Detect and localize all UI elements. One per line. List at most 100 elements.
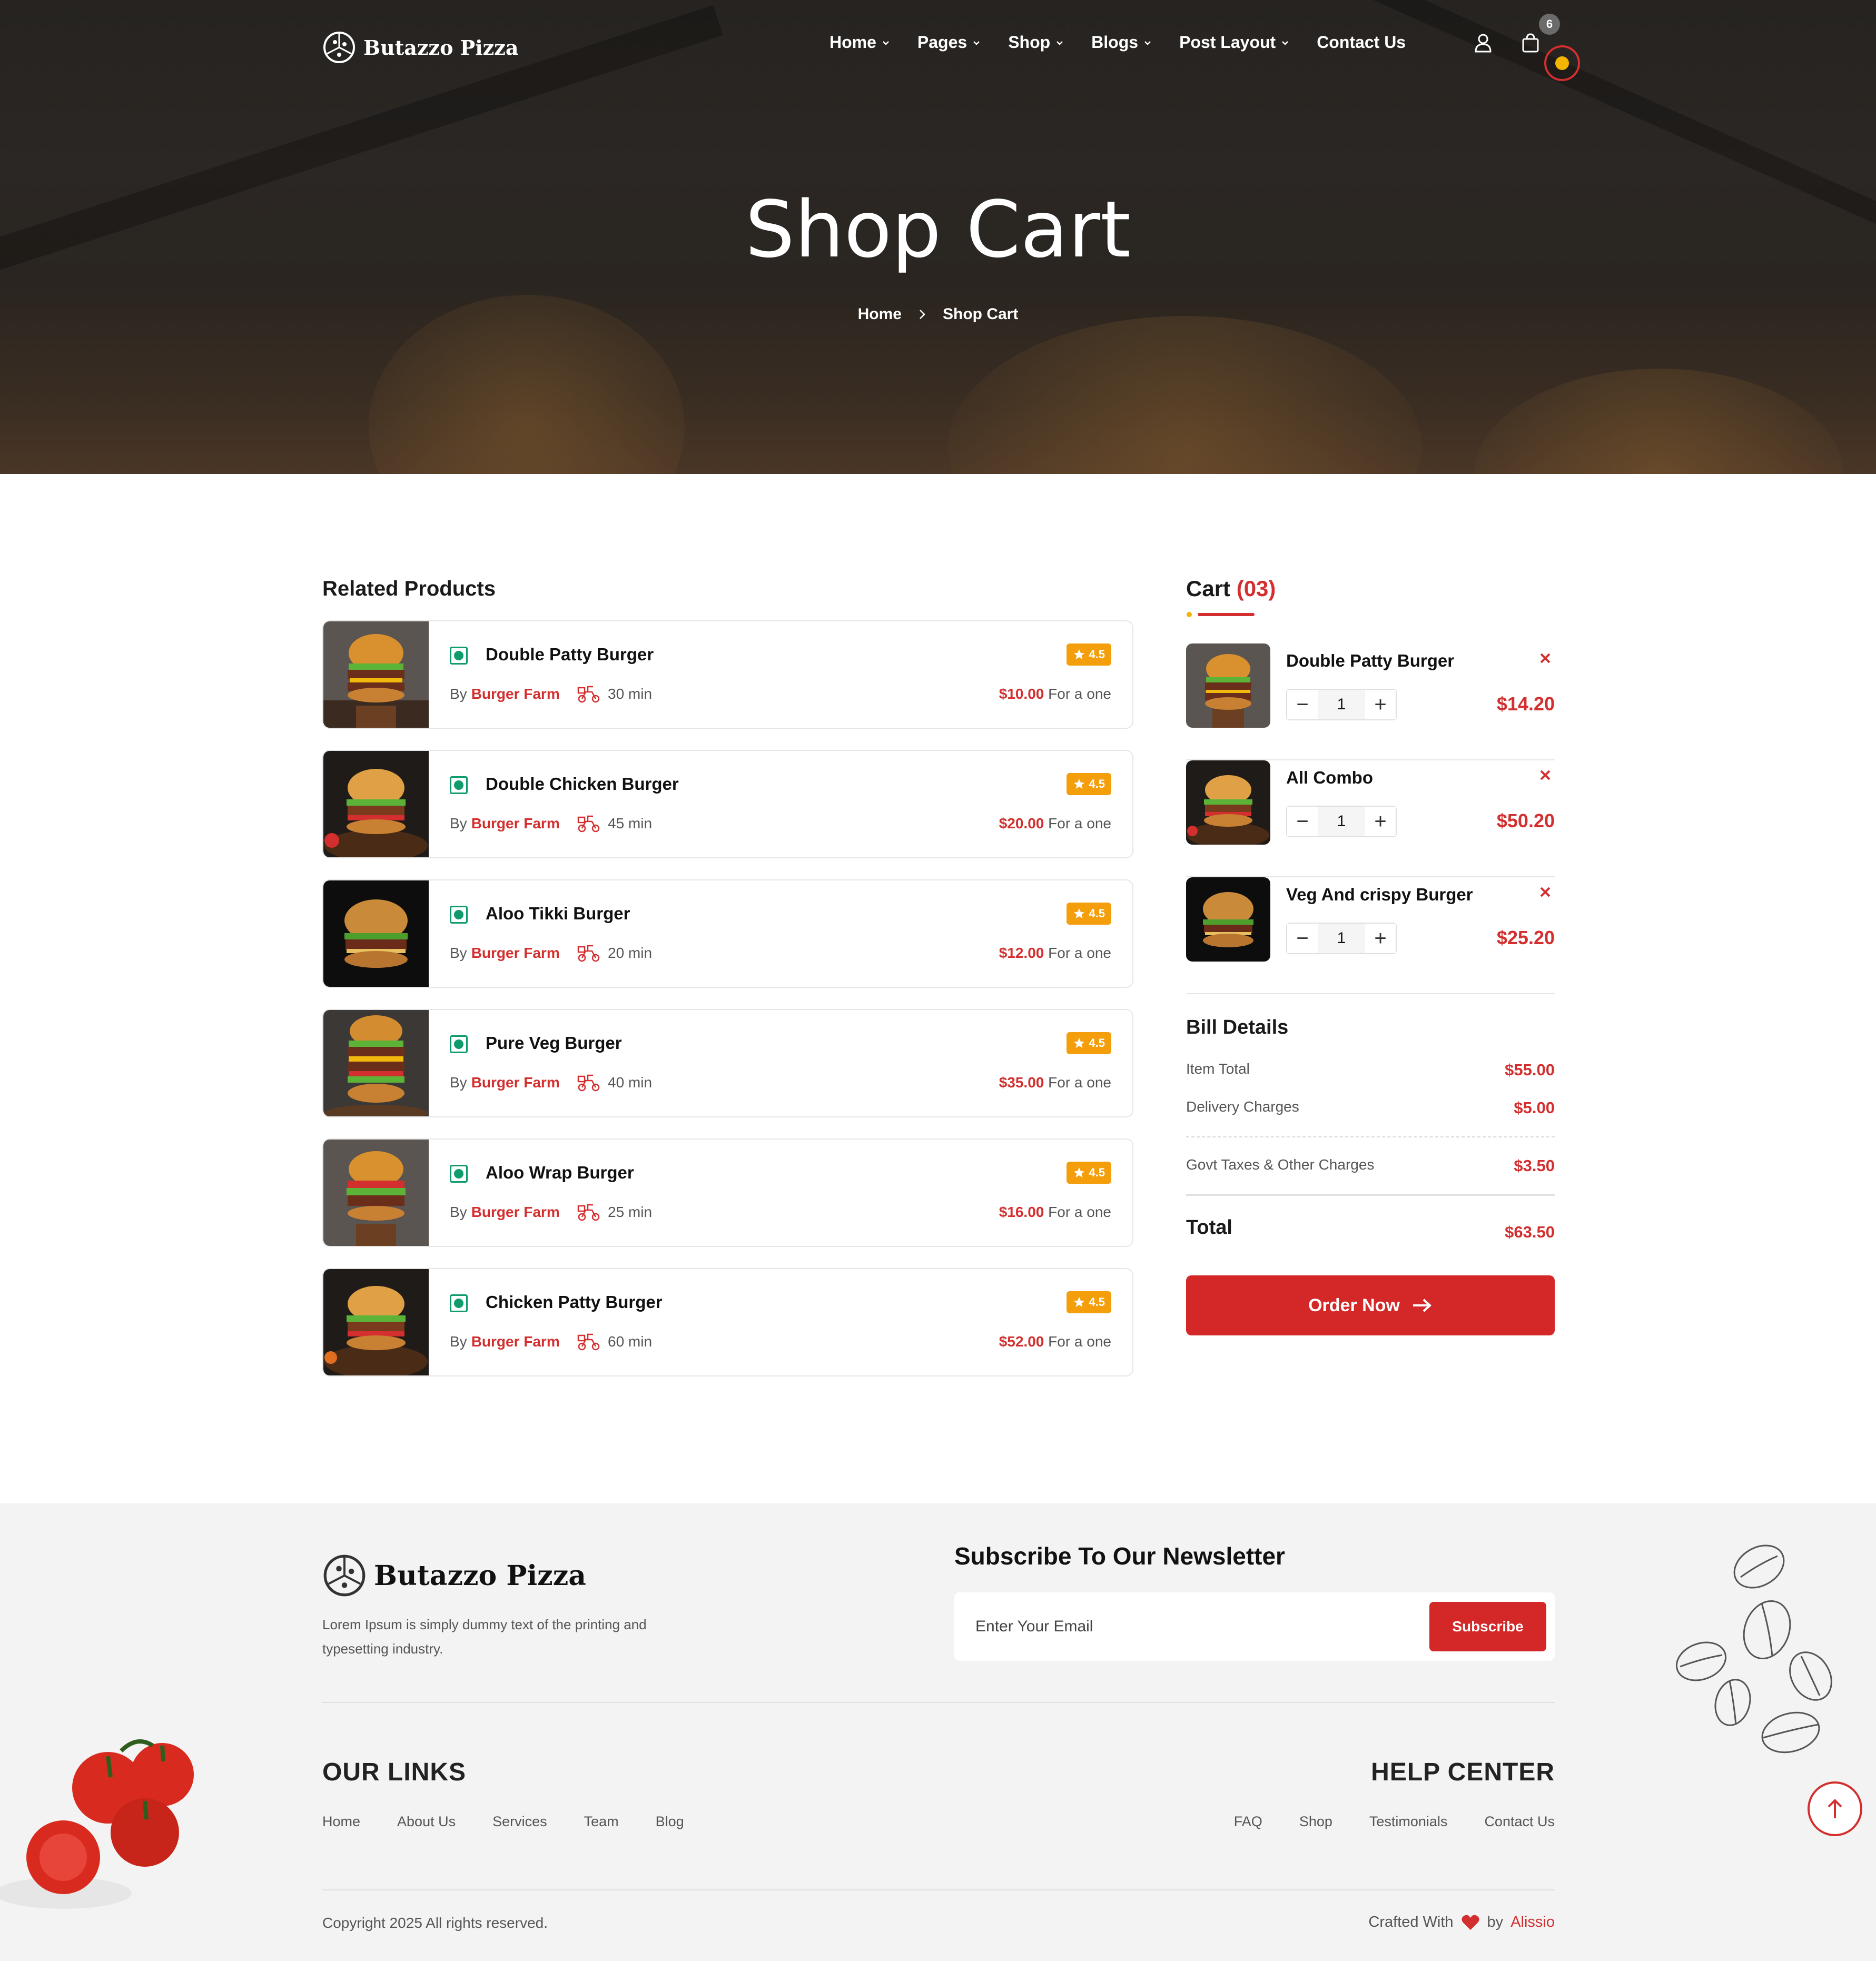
increase-qty-button[interactable]: + <box>1365 690 1396 719</box>
footer-link-blog[interactable]: Blog <box>656 1814 684 1830</box>
increase-qty-button[interactable]: + <box>1365 807 1396 836</box>
quantity-value[interactable]: 1 <box>1318 924 1365 953</box>
burger-image <box>323 621 429 728</box>
product-name[interactable]: Double Patty Burger <box>486 645 654 665</box>
vendor-link[interactable]: Burger Farm <box>471 686 560 702</box>
by-label: By <box>450 815 467 831</box>
newsletter-email-input[interactable] <box>975 1592 1344 1661</box>
pizza-logo-icon <box>323 32 355 63</box>
bill-label: Item Total <box>1186 1061 1250 1077</box>
decrease-qty-button[interactable]: − <box>1287 807 1318 836</box>
product-price: $12.00 For a one <box>999 945 1111 962</box>
footer-link-testimonials[interactable]: Testimonials <box>1369 1814 1448 1830</box>
decrease-qty-button[interactable]: − <box>1287 690 1318 719</box>
nav-contact-us[interactable]: Contact Us <box>1317 33 1406 52</box>
cart-item: All Combo − 1 + $50.20 <box>1186 760 1555 877</box>
product-card[interactable]: Pure Veg Burger 4.5 By Burger Farm 40 min… <box>322 1009 1133 1117</box>
remove-item-icon[interactable] <box>1536 766 1555 785</box>
vendor-link[interactable]: Burger Farm <box>471 945 560 961</box>
burger-image <box>323 880 429 987</box>
footer-link-about-us[interactable]: About Us <box>397 1814 456 1830</box>
veg-indicator-icon <box>450 647 468 665</box>
nav-home[interactable]: Home <box>830 33 890 52</box>
remove-item-icon[interactable] <box>1536 649 1555 668</box>
bill-value: $3.50 <box>1514 1156 1555 1175</box>
bill-label: Delivery Charges <box>1186 1098 1299 1115</box>
footer-brand-name: Butazzo Pizza <box>374 1559 586 1592</box>
by-label: By <box>450 1333 467 1350</box>
price-unit: For a one <box>1048 945 1111 961</box>
footer-link-faq[interactable]: FAQ <box>1234 1814 1262 1830</box>
footer-link-services[interactable]: Services <box>492 1814 547 1830</box>
bill-total: Total $63.50 <box>1186 1216 1555 1241</box>
cart-item-price: $14.20 <box>1496 693 1555 715</box>
cart-item-name[interactable]: Double Patty Burger <box>1286 651 1454 671</box>
burger-image <box>323 1269 429 1375</box>
remove-item-icon[interactable] <box>1536 883 1555 902</box>
author-link[interactable]: Alissio <box>1510 1914 1555 1931</box>
price-value: $10.00 <box>999 686 1044 702</box>
decrease-qty-button[interactable]: − <box>1287 924 1318 953</box>
product-card[interactable]: Double Chicken Burger 4.5 By Burger Farm … <box>322 750 1133 858</box>
vendor-link[interactable]: Burger Farm <box>471 1204 560 1220</box>
delivery-time: 45 min <box>608 815 653 831</box>
delivery-time: 20 min <box>608 945 653 961</box>
footer-divider <box>322 1889 1555 1890</box>
cart-item-name[interactable]: All Combo <box>1286 768 1373 788</box>
star-icon <box>1074 1297 1085 1307</box>
product-card[interactable]: Aloo Tikki Burger 4.5 By Burger Farm 20 m… <box>322 879 1133 988</box>
vendor-link[interactable]: Burger Farm <box>471 1333 560 1350</box>
pizza-logo-icon <box>323 1554 366 1597</box>
product-card[interactable]: Chicken Patty Burger 4.5 By Burger Farm 6… <box>322 1268 1133 1376</box>
help-center-title: HELP CENTER <box>1371 1758 1555 1786</box>
product-name[interactable]: Double Chicken Burger <box>486 774 679 794</box>
quantity-value[interactable]: 1 <box>1318 807 1365 836</box>
footer-link-shop[interactable]: Shop <box>1299 1814 1332 1830</box>
brand-logo[interactable]: Butazzo Pizza <box>322 31 518 64</box>
product-name[interactable]: Aloo Tikki Burger <box>486 904 630 924</box>
bill-taxes: Govt Taxes & Other Charges $3.50 <box>1186 1156 1555 1175</box>
our-links-list: Home About Us Services Team Blog <box>322 1814 684 1830</box>
veg-indicator-icon <box>450 906 468 924</box>
nav-post-layout[interactable]: Post Layout <box>1179 33 1289 52</box>
scroll-to-top-button[interactable] <box>1808 1781 1862 1836</box>
vendor-line: By Burger Farm <box>450 815 560 832</box>
footer-link-contact-us[interactable]: Contact Us <box>1484 1814 1555 1830</box>
nav-blogs[interactable]: Blogs <box>1091 33 1152 52</box>
rating-badge: 4.5 <box>1067 643 1111 666</box>
increase-qty-button[interactable]: + <box>1365 924 1396 953</box>
breadcrumb-home[interactable]: Home <box>858 305 902 323</box>
theme-toggle[interactable] <box>1544 45 1580 81</box>
vendor-link[interactable]: Burger Farm <box>471 1074 560 1091</box>
veg-indicator-icon <box>450 1035 468 1053</box>
cart-item: Veg And crispy Burger − 1 + $25.20 <box>1186 877 1555 994</box>
subscribe-button[interactable]: Subscribe <box>1429 1602 1546 1651</box>
vendor-link[interactable]: Burger Farm <box>471 815 560 831</box>
quantity-value[interactable]: 1 <box>1318 690 1365 719</box>
footer-link-home[interactable]: Home <box>322 1814 360 1830</box>
burger-image <box>1186 643 1270 728</box>
footer-logo[interactable]: Butazzo Pizza <box>322 1553 586 1598</box>
shopping-bag-icon[interactable] <box>1519 32 1542 55</box>
star-icon <box>1074 908 1085 918</box>
delivery-time: 40 min <box>608 1074 653 1091</box>
cart-item-price: $50.20 <box>1496 810 1555 831</box>
product-card[interactable]: Double Patty Burger 4.5 By Burger Farm 30… <box>322 620 1133 729</box>
product-name[interactable]: Pure Veg Burger <box>486 1033 622 1053</box>
nav-pages[interactable]: Pages <box>917 33 981 52</box>
order-now-button[interactable]: Order Now <box>1186 1275 1555 1335</box>
burger-image <box>1186 760 1270 845</box>
rating-badge: 4.5 <box>1067 903 1111 925</box>
product-name[interactable]: Aloo Wrap Burger <box>486 1163 634 1183</box>
burger-image <box>323 1140 429 1246</box>
product-card[interactable]: Aloo Wrap Burger 4.5 By Burger Farm 25 mi… <box>322 1138 1133 1247</box>
user-icon[interactable] <box>1472 32 1495 55</box>
vendor-line: By Burger Farm <box>450 686 560 702</box>
cart-count-badge: 6 <box>1539 14 1560 35</box>
product-name[interactable]: Chicken Patty Burger <box>486 1292 663 1312</box>
footer-link-team[interactable]: Team <box>584 1814 619 1830</box>
crafted-prefix: Crafted With <box>1368 1914 1454 1930</box>
quantity-stepper: − 1 + <box>1286 689 1397 720</box>
nav-shop[interactable]: Shop <box>1008 33 1064 52</box>
cart-item-name[interactable]: Veg And crispy Burger <box>1286 885 1473 905</box>
